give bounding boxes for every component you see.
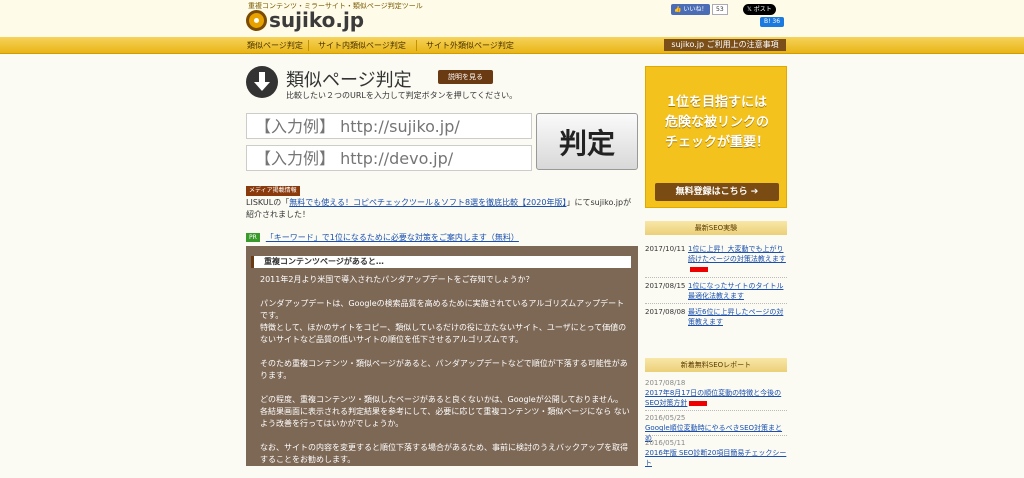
seo-date: 2017/08/15 (645, 282, 686, 290)
media-prefix: LISKULの「 (246, 198, 290, 207)
new-badge (690, 266, 708, 272)
ad-line-1: 1位を目指すには (666, 95, 768, 110)
site-logo[interactable]: sujiko.jp (246, 8, 364, 32)
ad-line-2: 危険な被リンクの (664, 115, 769, 130)
like-label: いいね！ (683, 6, 708, 13)
report-item: 2016/05/11 2016年版 SEO診断20項目簡易チェックシート (645, 438, 787, 468)
free-register-button[interactable]: 無料登録はこちら ➔ (655, 183, 779, 201)
new-badge (689, 400, 708, 406)
site-header: 重複コンテンツ・ミラーサイト・類似ページ判定ツール sujiko.jp 👍 いい… (0, 0, 1024, 37)
nav-divider (416, 40, 417, 51)
nav-divider (308, 40, 309, 51)
divider (645, 303, 787, 304)
seo-date: 2017/08/08 (645, 308, 686, 316)
seo-item: 2017/08/08 最近6位に上昇したページの対策教えます (645, 307, 787, 329)
nav-usage-notice[interactable]: sujiko.jp ご利用上の注意事項 (664, 39, 786, 51)
judge-button[interactable]: 判定 (536, 113, 638, 170)
seo-date: 2017/10/11 (645, 245, 686, 253)
x-post-label: ポスト (753, 6, 772, 13)
pr-row: PR 「キーワード」で1位になるために必要な対策をご案内します（無料） (246, 232, 519, 243)
divider (645, 410, 787, 411)
duplicate-content-box: 重複コンテンツページがあると… 2011年2月より米国で導入されたパンダアップデ… (246, 246, 638, 466)
divider (645, 277, 787, 278)
report-link[interactable]: 2017年8月17日の順位変動の特徴と今後のSEO対策方針 (645, 389, 781, 407)
ad-headline: 1位を目指すには 危険な被リンクの チェックが重要！ (646, 93, 788, 153)
duplicate-paragraph: 2011年2月より米国で導入されたパンダアップデートをご存知でしょうか？ (260, 275, 534, 284)
pr-badge: PR (246, 233, 260, 242)
seo-link[interactable]: 最近6位に上昇したページの対策教えます (688, 308, 783, 326)
seo-experiments-heading: 最新SEO実験 (645, 221, 787, 235)
media-link[interactable]: 無料でも使える！コピペチェックツール＆ソフト8選を徹底比較【2020年版】 (289, 198, 566, 207)
hatena-bookmark-button[interactable]: B! 36 (760, 17, 785, 27)
report-date: 2017/08/18 (645, 379, 686, 387)
duplicate-paragraph: どの程度、重複コンテンツ・類似したページがあると良くないかは、Googleが公開… (260, 395, 630, 428)
facebook-like-button[interactable]: 👍 いいね！ (671, 4, 711, 15)
media-badge: メディア掲載情報 (246, 186, 300, 196)
duplicate-paragraph: パンダアップデートは、Googleの検索品質を高めるために実施されているアルゴリ… (260, 299, 627, 344)
page-subtitle: 比較したい２つのURLを入力して判定ボタンを押してください。 (286, 91, 518, 100)
media-notice: LISKULの「無料でも使える！コピペチェックツール＆ソフト8選を徹底比較【20… (246, 197, 638, 221)
main-nav: 類似ページ判定 サイト内類似ページ判定 サイト外類似ページ判定 sujiko.j… (0, 37, 1024, 54)
nav-item-internal-similar[interactable]: サイト内類似ページ判定 (318, 40, 406, 51)
report-item: 2017/08/18 2017年8月17日の順位変動の特徴と今後のSEO対策方針 (645, 378, 787, 408)
nav-item-similar-page[interactable]: 類似ページ判定 (247, 40, 303, 51)
report-date: 2016/05/11 (645, 439, 686, 447)
url1-input[interactable] (246, 113, 532, 139)
download-arrow-icon (246, 66, 278, 98)
seo-reports-heading: 新着無料SEOレポート (645, 358, 787, 372)
report-date: 2016/05/25 (645, 414, 686, 422)
like-count: 53 (712, 4, 728, 15)
page-title: 類似ページ判定 (286, 70, 412, 91)
seo-link[interactable]: 1位に上昇！大変動でも上がり続けたページの対策法教えます (688, 245, 786, 263)
nav-item-external-similar[interactable]: サイト外類似ページ判定 (426, 40, 514, 51)
divider (645, 435, 787, 436)
pr-link[interactable]: 「キーワード」で1位になるために必要な対策をご案内します（無料） (266, 232, 519, 243)
ad-line-3: チェックが重要！ (664, 135, 769, 150)
explain-button[interactable]: 説明を見る (438, 70, 493, 84)
seo-item: 2017/08/15 1位になったサイトのタイトル最適化法教えます (645, 281, 787, 305)
title-row: 類似ページ判定 説明を見る 比較したい２つのURLを入力して判定ボタンを押してく… (246, 66, 636, 102)
backlink-check-ad[interactable]: 1位を目指すには 危険な被リンクの チェックが重要！ 無料登録はこちら ➔ (645, 66, 787, 208)
logo-text: sujiko.jp (269, 8, 365, 32)
seo-item: 2017/10/11 1位に上昇！大変動でも上がり続けたページの対策法教えます (645, 244, 787, 276)
url2-input[interactable] (246, 145, 532, 171)
duplicate-heading: 重複コンテンツページがあると… (251, 256, 631, 268)
duplicate-paragraph: なお、サイトの内容を変更すると順位下落する場合があるため、事前に検討のうえバック… (260, 443, 628, 464)
x-post-button[interactable]: 𝕏 ポスト (743, 4, 776, 15)
logo-icon (246, 9, 267, 31)
duplicate-body: 2011年2月より米国で導入されたパンダアップデートをご存知でしょうか？ パンダ… (260, 274, 630, 478)
report-link[interactable]: 2016年版 SEO診断20項目簡易チェックシート (645, 449, 786, 467)
duplicate-paragraph: そのため重複コンテンツ・類似ページがあると、パンダアップデートなどで順位が下落す… (260, 359, 628, 380)
seo-link[interactable]: 1位になったサイトのタイトル最適化法教えます (688, 282, 783, 300)
